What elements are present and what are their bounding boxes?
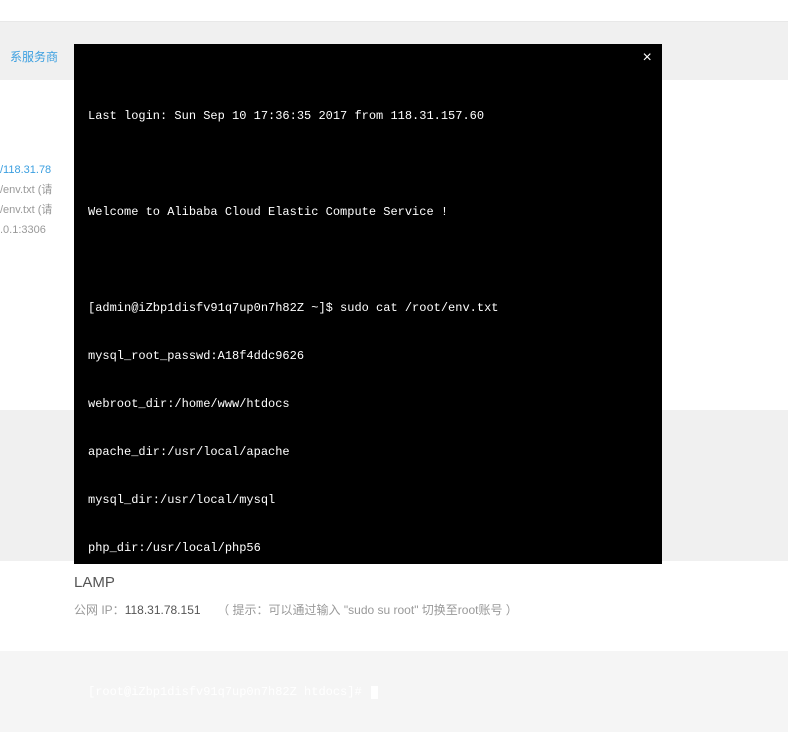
terminal-line: apache_dir:/usr/local/apache [88,444,648,460]
cursor-icon [371,686,378,699]
terminal-line: [root@iZbp1disfv91q7up0n7h82Z admin]# cd… [88,636,648,652]
close-icon[interactable]: × [642,50,652,66]
terminal-window[interactable]: × Last login: Sun Sep 10 17:36:35 2017 f… [74,44,662,564]
terminal-line: mysql_dir:/usr/local/mysql [88,492,648,508]
page-background: 系服务商 /118.31.78 /env.txt (请 /env.txt (请 … [0,0,788,651]
terminal-line: php_dir:/usr/local/php56 [88,540,648,556]
terminal-blank [88,156,648,172]
sidebar-line: /env.txt (请 [0,180,80,200]
terminal-line: webroot_dir:/home/www/htdocs [88,396,648,412]
terminal-line: Last login: Sun Sep 10 17:36:35 2017 fro… [88,108,648,124]
terminal-blank [88,252,648,268]
top-bar [0,0,788,22]
provider-link[interactable]: 系服务商 [10,50,58,64]
sidebar-ip-fragment: /118.31.78 [0,160,80,180]
sidebar-line: .0.1:3306 [0,220,80,240]
terminal-line: [admin@iZbp1disfv91q7up0n7h82Z ~]$ sudo … [88,300,648,316]
terminal-prompt-line[interactable]: [root@iZbp1disfv91q7up0n7h82Z htdocs]# [88,684,648,700]
terminal-prompt-text: [root@iZbp1disfv91q7up0n7h82Z htdocs]# [88,685,369,699]
sidebar-line: /env.txt (请 [0,200,80,220]
terminal-line: [admin@iZbp1disfv91q7up0n7h82Z ~]$ sudo … [88,588,648,604]
terminal-line: Welcome to Alibaba Cloud Elastic Compute… [88,204,648,220]
sidebar-fragment: /118.31.78 /env.txt (请 /env.txt (请 .0.1:… [0,160,80,240]
nav-bar: 系服务商 [0,40,68,73]
terminal-line: mysql_root_passwd:A18f4ddc9626 [88,348,648,364]
